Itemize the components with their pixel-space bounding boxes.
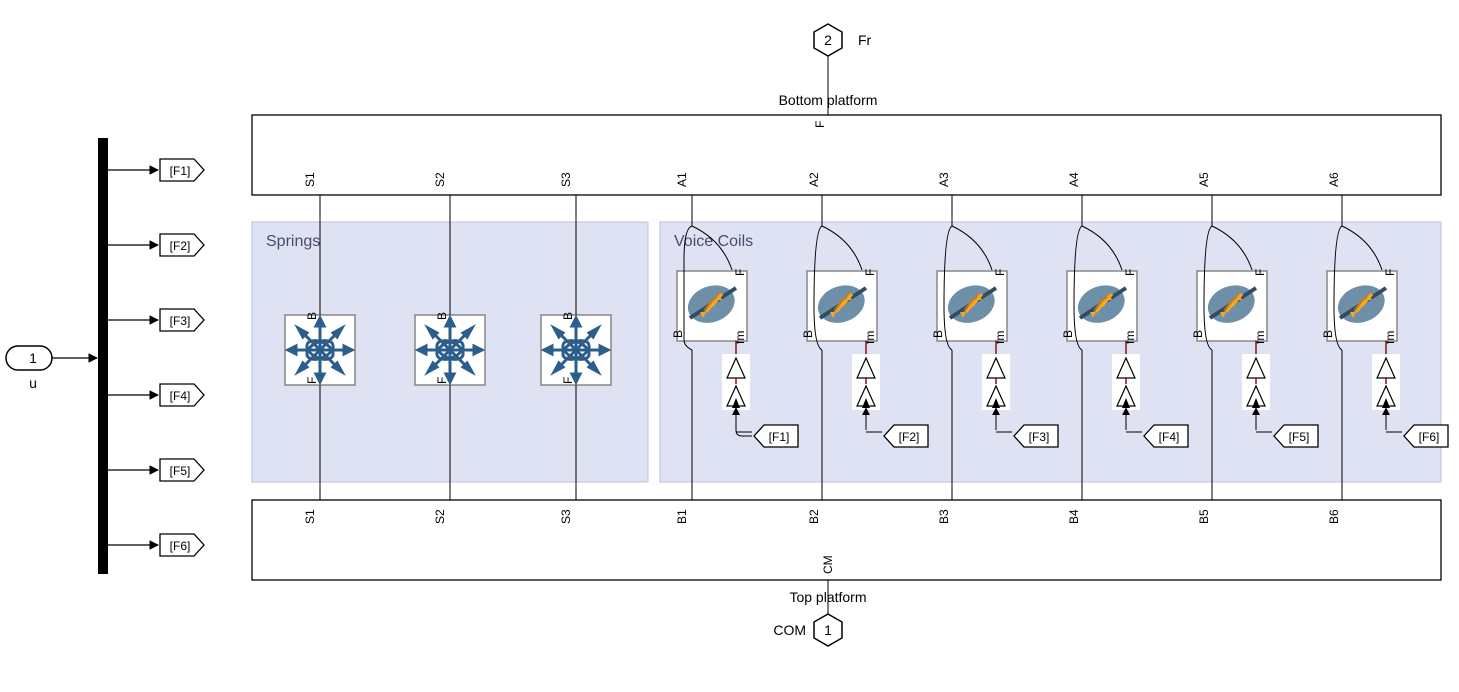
- port-b: B: [561, 312, 575, 320]
- voice-coil-block[interactable]: B F fm: [931, 269, 1007, 344]
- port-f: F: [561, 377, 575, 384]
- demux-outputs: [F1] [F2] [F3] [F4] [F5] [F6]: [108, 159, 204, 556]
- spring-block[interactable]: B F: [415, 312, 485, 385]
- port-fm: fm: [1383, 331, 1397, 344]
- port-label: F: [813, 121, 827, 128]
- from-label: [F3]: [1029, 430, 1050, 444]
- port-label: S1: [303, 172, 317, 187]
- port-b: B: [1061, 330, 1075, 338]
- port-f: F: [733, 269, 747, 276]
- port-fm: fm: [993, 331, 1007, 344]
- goto-row: [F1]: [108, 159, 204, 181]
- bottom-platform-block[interactable]: [252, 115, 1441, 195]
- port-label: S2: [433, 172, 447, 187]
- voice-coil-block[interactable]: B F fm: [671, 269, 747, 344]
- from-label: [F6]: [1419, 430, 1440, 444]
- port-label: CM: [821, 555, 835, 574]
- goto-row: [F6]: [108, 534, 204, 556]
- port-number: 1: [824, 622, 832, 638]
- phys-port-fr[interactable]: 2 Fr: [814, 24, 872, 56]
- goto-label: [F6]: [170, 539, 191, 553]
- port-label: B1: [675, 509, 689, 524]
- port-fm: fm: [733, 331, 747, 344]
- voice-coil-block[interactable]: B F fm: [1061, 269, 1137, 344]
- port-f: F: [863, 269, 877, 276]
- port-b: B: [1191, 330, 1205, 338]
- goto-row: [F3]: [108, 309, 204, 331]
- port-label: A3: [937, 172, 951, 187]
- port-label: A4: [1067, 172, 1081, 187]
- port-b: B: [305, 312, 319, 320]
- port-label: B5: [1197, 509, 1211, 524]
- port-f: F: [435, 377, 449, 384]
- port-label: B3: [937, 509, 951, 524]
- port-label: S3: [559, 172, 573, 187]
- top-platform-block[interactable]: [252, 500, 1441, 580]
- goto-label: [F4]: [170, 389, 191, 403]
- from-label: [F5]: [1289, 430, 1310, 444]
- port-name: Fr: [858, 32, 872, 48]
- port-b: B: [1321, 330, 1335, 338]
- port-label: S2: [433, 509, 447, 524]
- port-fm: fm: [1123, 331, 1137, 344]
- input-port-label: u: [29, 375, 37, 391]
- port-label: S3: [559, 509, 573, 524]
- from-label: [F1]: [769, 430, 790, 444]
- port-f: F: [1383, 269, 1397, 276]
- port-b: B: [671, 330, 685, 338]
- goto-row: [F2]: [108, 234, 204, 256]
- goto-row: [F4]: [108, 384, 204, 406]
- port-label: B6: [1327, 509, 1341, 524]
- port-b: B: [801, 330, 815, 338]
- phys-port-com[interactable]: 1 COM: [773, 614, 842, 646]
- port-label: S1: [303, 509, 317, 524]
- goto-label: [F5]: [170, 464, 191, 478]
- port-label: A1: [675, 172, 689, 187]
- port-fm: fm: [863, 331, 877, 344]
- port-label: A6: [1327, 172, 1341, 187]
- voice-coil-block[interactable]: B F fm: [1321, 269, 1397, 344]
- springs-title: Springs: [266, 233, 320, 250]
- port-f: F: [1123, 269, 1137, 276]
- port-f: F: [993, 269, 1007, 276]
- goto-label: [F1]: [170, 164, 191, 178]
- voice-coil-block[interactable]: B F fm: [1191, 269, 1267, 344]
- port-number: 2: [824, 32, 832, 48]
- port-label: A5: [1197, 172, 1211, 187]
- goto-label: [F3]: [170, 314, 191, 328]
- port-name: COM: [773, 622, 806, 638]
- port-fm: fm: [1253, 331, 1267, 344]
- goto-label: [F2]: [170, 239, 191, 253]
- from-label: [F4]: [1159, 430, 1180, 444]
- demux[interactable]: [98, 138, 108, 574]
- port-label: B4: [1067, 509, 1081, 524]
- spring-block[interactable]: B F: [541, 312, 611, 385]
- input-port-number: 1: [29, 350, 37, 366]
- port-label: A2: [807, 172, 821, 187]
- bottom-platform-title: Bottom platform: [779, 92, 878, 108]
- spring-block[interactable]: B F: [285, 312, 355, 385]
- port-b: B: [931, 330, 945, 338]
- from-label: [F2]: [899, 430, 920, 444]
- port-label: B2: [807, 509, 821, 524]
- voice-coil-block[interactable]: B F fm: [801, 269, 877, 344]
- port-f: F: [1253, 269, 1267, 276]
- input-port-u[interactable]: 1 u: [6, 346, 52, 391]
- port-f: F: [305, 377, 319, 384]
- port-b: B: [435, 312, 449, 320]
- goto-row: [F5]: [108, 459, 204, 481]
